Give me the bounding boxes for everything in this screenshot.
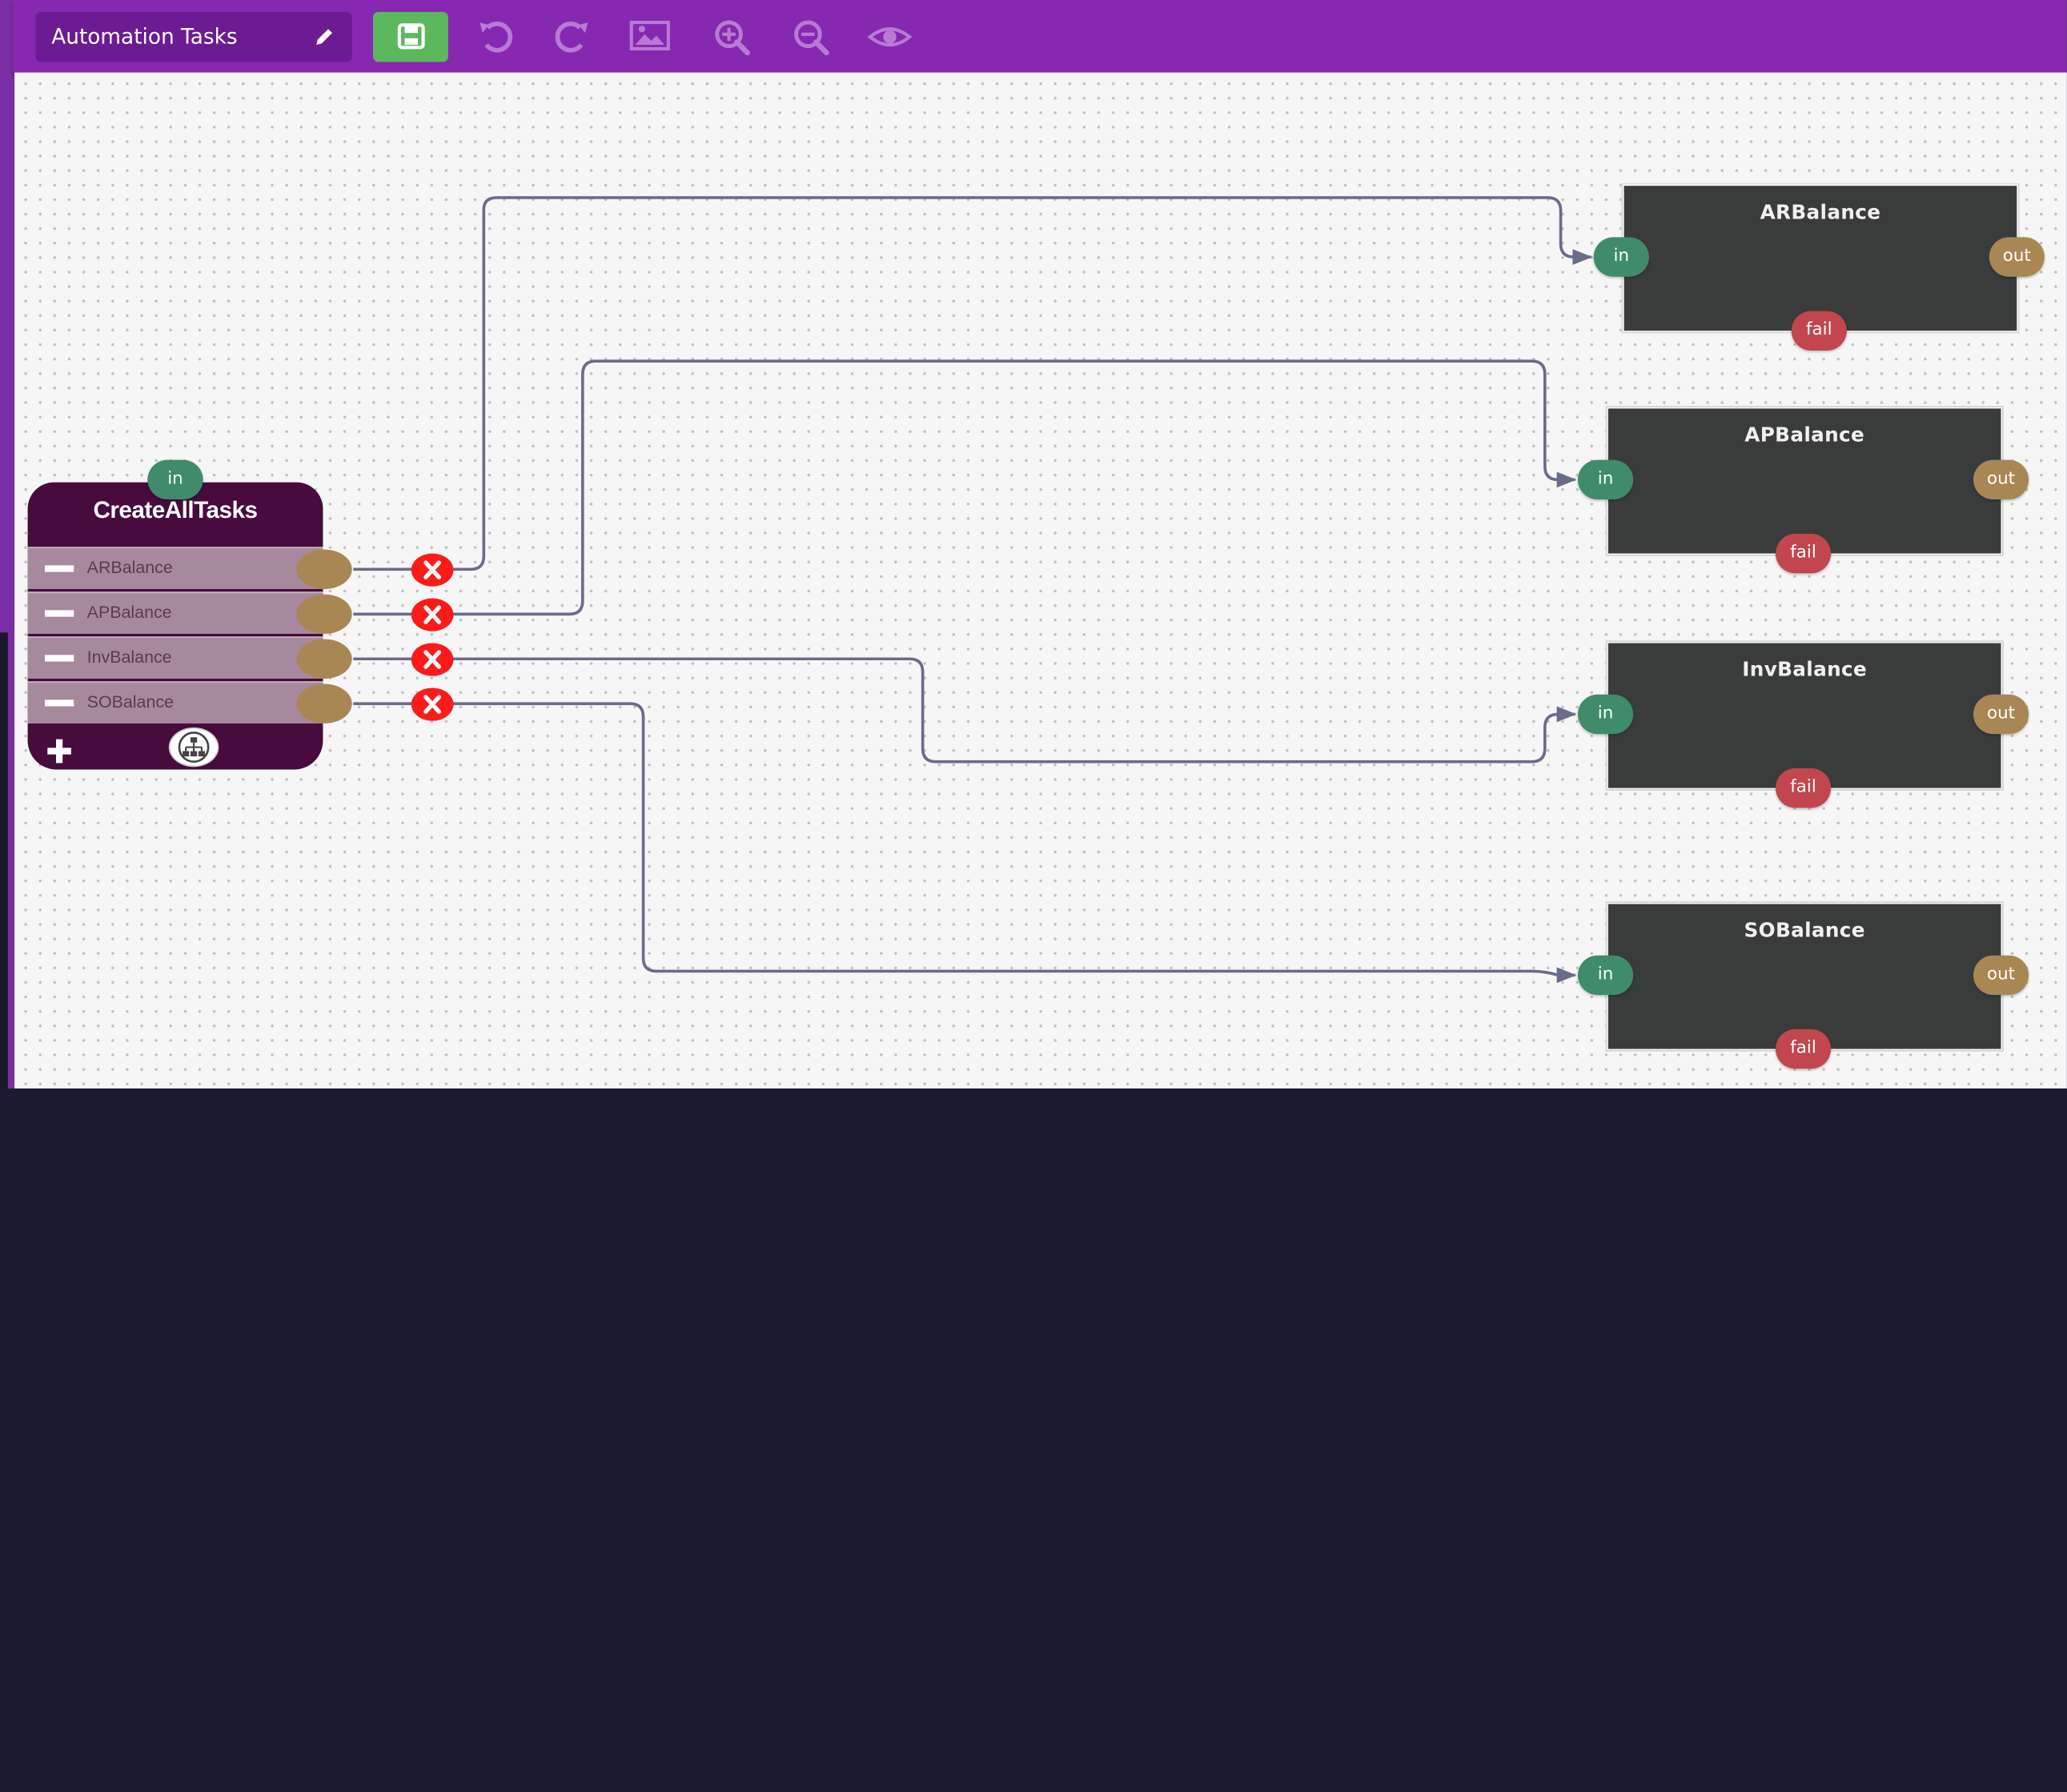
node-title: CreateAllTasks bbox=[93, 496, 258, 523]
remove-connection-button[interactable] bbox=[411, 598, 454, 631]
task-node-invbalance[interactable]: InvBalance bbox=[1607, 641, 2003, 790]
task-node-arbalance[interactable]: ARBalance bbox=[1622, 184, 2018, 332]
port-label: out bbox=[1986, 964, 2016, 984]
wire-arrow-arbalance bbox=[1572, 249, 1593, 265]
wire-arbalance[interactable] bbox=[353, 196, 1591, 571]
in-port[interactable]: in bbox=[1577, 459, 1634, 500]
port-label: out bbox=[1986, 704, 2016, 724]
outlet-port[interactable] bbox=[296, 684, 352, 724]
hierarchy-button[interactable] bbox=[168, 727, 219, 768]
port-label: fail bbox=[1790, 543, 1816, 563]
outlet-label: InvBalance bbox=[86, 647, 172, 667]
port-label: fail bbox=[1806, 320, 1832, 340]
close-icon bbox=[423, 605, 441, 624]
outlet-port[interactable] bbox=[296, 594, 352, 634]
remove-outlet-button[interactable] bbox=[44, 610, 74, 617]
remove-connection-button[interactable] bbox=[411, 688, 454, 721]
wire-arrow-sobalance bbox=[1556, 967, 1577, 984]
sitemap-icon bbox=[178, 732, 210, 763]
remove-connection-button[interactable] bbox=[411, 643, 454, 676]
remove-outlet-button[interactable] bbox=[44, 655, 74, 662]
port-label: in bbox=[167, 469, 183, 489]
node-in-port[interactable]: in bbox=[147, 459, 203, 500]
task-title: SOBalance bbox=[1744, 918, 1865, 943]
port-label: fail bbox=[1790, 777, 1816, 798]
wire-apbalance[interactable] bbox=[353, 359, 1575, 616]
fail-port[interactable]: fail bbox=[1775, 1028, 1832, 1069]
wire-arrow-apbalance bbox=[1556, 471, 1577, 488]
remove-outlet-button[interactable] bbox=[44, 565, 74, 572]
task-node-apbalance[interactable]: APBalance bbox=[1607, 407, 2003, 555]
outlet-label: ARBalance bbox=[86, 557, 173, 578]
close-icon bbox=[423, 560, 441, 579]
wire-arrow-invbalance bbox=[1556, 706, 1577, 723]
outlet-port[interactable] bbox=[296, 549, 352, 589]
remove-connection-button[interactable] bbox=[411, 553, 454, 587]
outlet-label: SOBalance bbox=[86, 692, 174, 712]
outlet-label: APBalance bbox=[86, 602, 172, 623]
port-label: out bbox=[1986, 469, 2016, 489]
in-port[interactable]: in bbox=[1577, 955, 1634, 996]
task-node-sobalance[interactable]: SOBalance bbox=[1607, 902, 2003, 1051]
out-port[interactable]: out bbox=[1973, 955, 2029, 996]
plus-icon[interactable] bbox=[45, 736, 74, 765]
in-port[interactable]: in bbox=[1577, 694, 1634, 735]
out-port[interactable]: out bbox=[1973, 694, 2029, 735]
close-icon bbox=[423, 650, 441, 669]
port-label: fail bbox=[1790, 1038, 1816, 1059]
port-label: in bbox=[1597, 469, 1614, 489]
fail-port[interactable]: fail bbox=[1775, 533, 1832, 574]
wire-sobalance[interactable] bbox=[353, 702, 1575, 977]
in-port[interactable]: in bbox=[1593, 237, 1649, 277]
close-icon bbox=[423, 695, 441, 714]
out-port[interactable]: out bbox=[1989, 237, 2045, 277]
fail-port[interactable]: fail bbox=[1791, 311, 1847, 351]
port-label: out bbox=[2002, 246, 2031, 267]
outlet-row[interactable]: ARBalance bbox=[27, 547, 352, 589]
outlet-row[interactable]: APBalance bbox=[27, 591, 352, 634]
task-title: InvBalance bbox=[1742, 657, 1868, 682]
create-all-tasks-node[interactable]: CreateAllTasks ARBalance APBalance InvBa… bbox=[27, 482, 352, 770]
remove-outlet-button[interactable] bbox=[44, 700, 74, 707]
fail-port[interactable]: fail bbox=[1775, 768, 1832, 808]
wire-invbalance[interactable] bbox=[353, 657, 1575, 764]
task-title: ARBalance bbox=[1760, 200, 1881, 224]
outlet-row[interactable]: SOBalance bbox=[27, 681, 352, 724]
port-label: in bbox=[1597, 704, 1614, 724]
port-label: in bbox=[1613, 246, 1630, 267]
outlet-row[interactable]: InvBalance bbox=[27, 636, 352, 679]
outlet-port[interactable] bbox=[296, 639, 352, 679]
out-port[interactable]: out bbox=[1973, 459, 2029, 500]
task-title: APBalance bbox=[1744, 423, 1865, 447]
port-label: in bbox=[1597, 964, 1614, 984]
